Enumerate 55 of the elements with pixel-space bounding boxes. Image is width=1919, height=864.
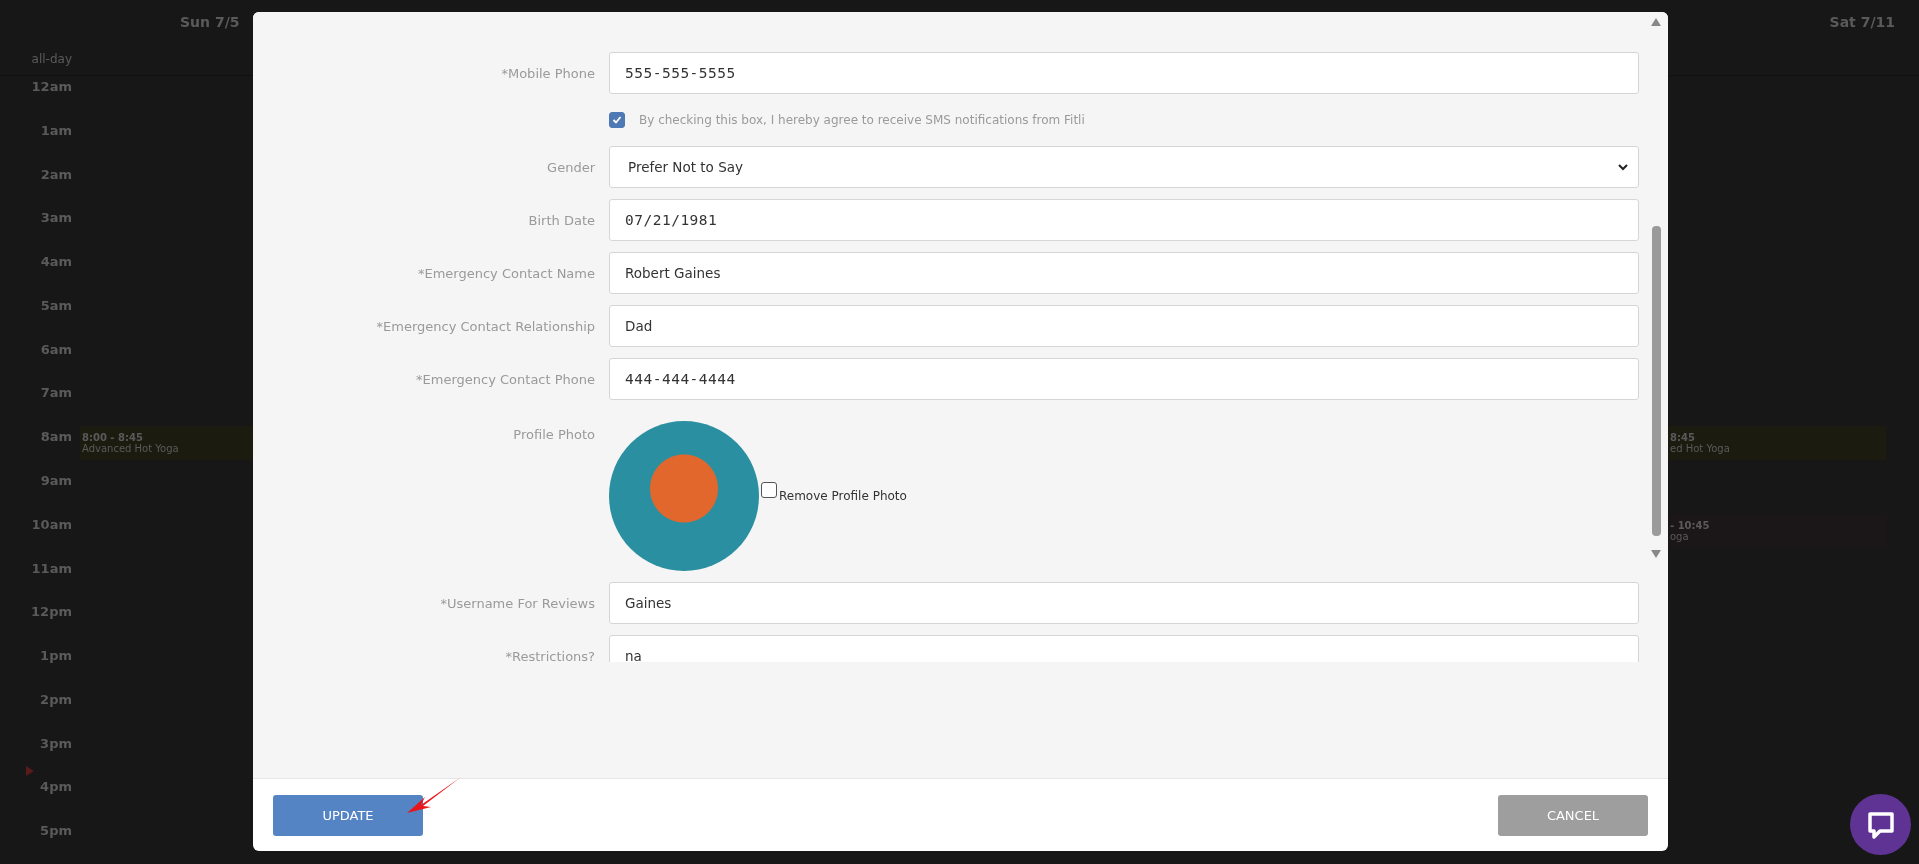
input-field[interactable]: Robert Gaines xyxy=(609,252,1639,294)
day-header: Sun 7/5 xyxy=(180,13,240,30)
input-field[interactable]: na xyxy=(609,635,1639,662)
hour-label: 12am xyxy=(30,78,72,95)
input-field[interactable]: 07/21/1981 xyxy=(609,199,1639,241)
checkbox[interactable] xyxy=(609,112,625,128)
chevron-down-icon xyxy=(1618,163,1628,171)
day-header: Sat 7/11 xyxy=(1829,13,1895,30)
chat-bubble-icon xyxy=(1865,809,1896,840)
event-time: 8:45 xyxy=(1670,432,1696,444)
hour-label: 1am xyxy=(39,121,72,138)
update-button[interactable]: UPDATE xyxy=(273,794,423,836)
hour-label: 9am xyxy=(39,472,72,488)
event-title: ed Hot Yoga xyxy=(1670,443,1731,455)
select-field[interactable]: Prefer Not to Say xyxy=(609,146,1639,188)
input-field[interactable]: 555-555-5555 xyxy=(609,52,1639,94)
hour-label: 3pm xyxy=(39,734,72,751)
input-field[interactable]: 444-444-4444 xyxy=(609,358,1639,400)
hour-label: 7am xyxy=(39,384,72,401)
hour-label: 5pm xyxy=(39,822,72,839)
hour-label: 10am xyxy=(30,515,72,532)
check-icon xyxy=(612,115,622,125)
event-time: - 10:45 xyxy=(1670,519,1711,531)
hour-label: 11am xyxy=(30,559,72,576)
hour-label: 4am xyxy=(39,253,72,270)
event-title: oga xyxy=(1670,530,1690,542)
field-label: *Emergency Contact Phone xyxy=(415,371,595,387)
hour-label: 6am xyxy=(39,340,72,357)
event-title: Advanced Hot Yoga xyxy=(82,443,180,455)
field-label: *Restrictions? xyxy=(504,648,595,662)
time-marker-icon xyxy=(26,766,34,776)
hour-label: 4pm xyxy=(39,778,72,795)
scroll-down-icon[interactable] xyxy=(1651,550,1661,558)
input-field[interactable]: Gaines xyxy=(609,582,1639,624)
field-label: *Emergency Contact Relationship xyxy=(375,318,595,334)
input-field[interactable]: Dad xyxy=(609,305,1639,347)
event-time: 8:00 - 8:45 xyxy=(82,432,144,444)
field-label: *Emergency Contact Name xyxy=(416,265,595,281)
hour-label: 1pm xyxy=(39,647,72,664)
hour-label: 2pm xyxy=(39,690,72,707)
scroll-up-icon[interactable] xyxy=(1651,18,1661,26)
field-label: Profile Photo xyxy=(512,426,595,442)
field-label: Gender xyxy=(546,159,595,175)
checkbox-label: Remove Profile Photo xyxy=(779,489,907,503)
hour-label: 5am xyxy=(39,296,72,313)
hour-label: 12pm xyxy=(30,603,72,620)
consent-text: By checking this box, I hereby agree to receive SMS notifications from Fitli xyxy=(639,113,1085,127)
hour-label: 2am xyxy=(39,165,72,182)
checkbox[interactable] xyxy=(761,482,777,498)
hour-label: 8am xyxy=(39,428,72,445)
hour-label: 3am xyxy=(39,209,72,226)
field-label: *Mobile Phone xyxy=(500,65,595,81)
field-label: Birth Date xyxy=(527,212,595,228)
all-day-label: all-day xyxy=(30,52,72,67)
field-label: *Username For Reviews xyxy=(439,595,595,611)
